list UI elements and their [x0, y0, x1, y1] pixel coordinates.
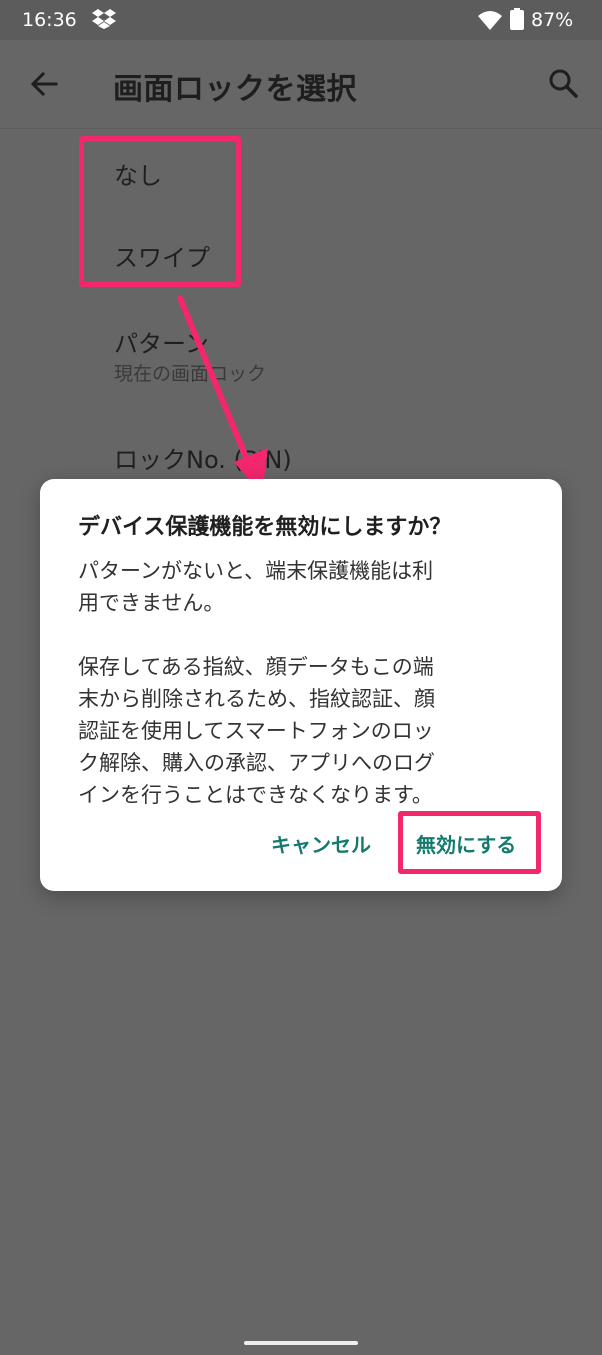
- highlight-box-options: [79, 136, 241, 287]
- dialog-text-line: 保存してある指紋、顔データもこの端: [78, 655, 434, 679]
- option-pin[interactable]: ロックNo. (PIN): [114, 440, 292, 475]
- dialog-text-line: ク解除、購入の承認、アプリへのログ: [78, 751, 435, 775]
- battery-icon: [510, 8, 524, 30]
- back-arrow-icon[interactable]: [28, 68, 60, 100]
- dropbox-icon: [92, 9, 116, 29]
- page-title: 画面ロックを選択: [113, 72, 357, 107]
- option-pattern[interactable]: パターン: [114, 324, 209, 359]
- dialog-text-line: 認証を使用してスマートフォンのロッ: [78, 719, 434, 743]
- wifi-icon: [478, 11, 502, 30]
- highlight-box-disable: [398, 811, 541, 874]
- dialog-text-line: インを行うことはできなくなります。: [78, 783, 433, 807]
- dialog-text-line: パターンがないと、端末保護機能は利: [78, 559, 434, 583]
- app-bar: 画面ロックを選択: [0, 40, 602, 129]
- status-bar: 16:36 87%: [0, 0, 602, 40]
- home-indicator[interactable]: [244, 1341, 358, 1345]
- battery-percentage: 87%: [531, 9, 574, 31]
- status-time: 16:36: [22, 9, 77, 31]
- dialog-text-line: 用できません。: [78, 591, 225, 615]
- dialog-title: デバイス保護機能を無効にしますか？: [78, 515, 452, 540]
- dialog-text-line: 末から削除されるため、指紋認証、顔: [78, 687, 435, 711]
- dialog-message: パターンがないと、端末保護機能は利 用できません。 保存してある指紋、顔データも…: [78, 555, 528, 843]
- option-pattern-subtitle: 現在の画面ロック: [114, 363, 267, 385]
- search-icon[interactable]: [547, 67, 579, 99]
- cancel-button[interactable]: キャンセル: [271, 829, 371, 858]
